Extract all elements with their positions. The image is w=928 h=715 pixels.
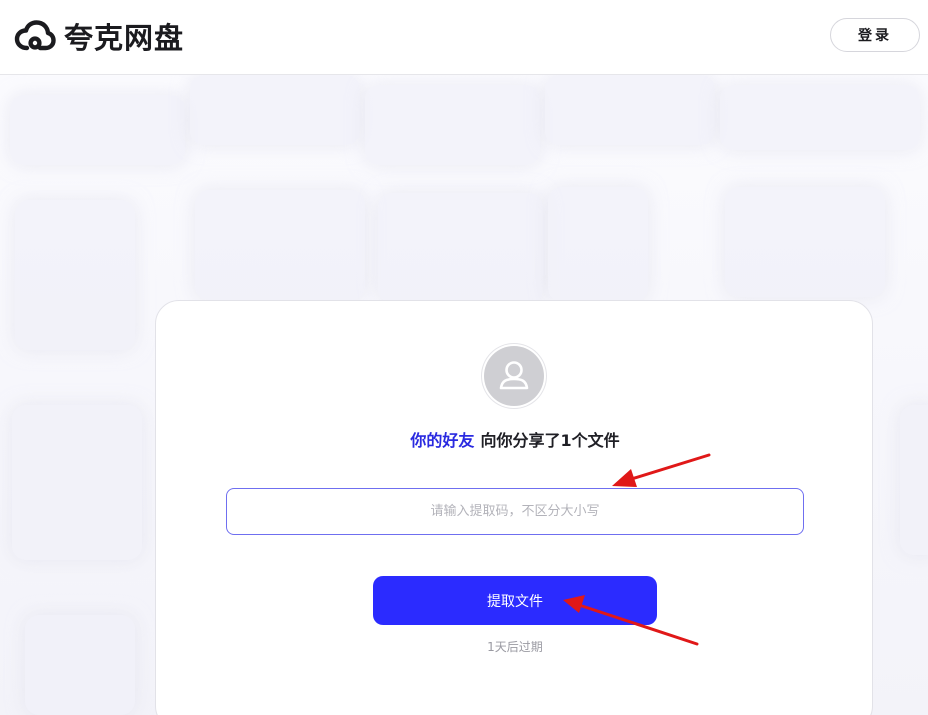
top-bar: 夸克网盘 登录 <box>0 0 928 75</box>
logo[interactable]: 夸克网盘 <box>14 16 184 56</box>
page: 夸克网盘 登录 你的好友向你分享了1个文件 提取文件 1天后过期 <box>0 0 928 715</box>
share-card: 你的好友向你分享了1个文件 提取文件 1天后过期 <box>155 300 873 715</box>
cloud-icon <box>14 20 56 51</box>
login-button[interactable]: 登录 <box>830 18 920 52</box>
friend-label: 你的好友 <box>410 431 475 450</box>
extract-file-button[interactable]: 提取文件 <box>373 576 657 625</box>
expiry-text: 1天后过期 <box>487 640 543 654</box>
user-icon <box>499 361 529 390</box>
share-message: 你的好友 向你分享了1个文件 <box>156 427 874 451</box>
brand-name: 夸克网盘 <box>64 21 185 55</box>
share-description: 向你分享了1个文件 <box>480 431 620 450</box>
extraction-code-input[interactable] <box>226 488 804 535</box>
user-avatar <box>484 346 544 406</box>
